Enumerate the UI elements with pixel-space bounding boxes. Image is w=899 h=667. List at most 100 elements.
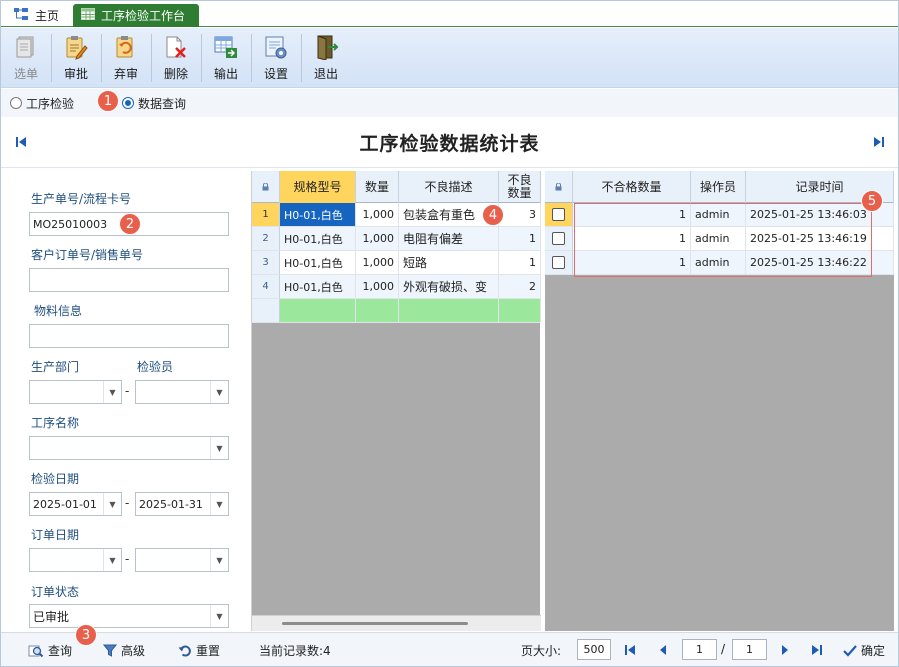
customer-order-input[interactable] [29, 268, 229, 292]
abandon-approval-button[interactable]: 弃审 [101, 28, 151, 88]
checkbox[interactable] [552, 232, 565, 245]
cell-spec[interactable]: H0-01,白色 [280, 203, 356, 227]
last-page-icon[interactable] [811, 644, 823, 656]
order-status-value: 已审批 [33, 609, 70, 624]
col-defect-desc[interactable]: 不良描述 [399, 171, 499, 203]
department-select[interactable]: ▼ [29, 380, 122, 404]
col-unqualified-qty[interactable]: 不合格数量 [573, 171, 691, 203]
reset-button[interactable]: 重置 [178, 642, 220, 659]
row-checkbox-cell[interactable] [545, 251, 573, 275]
tab-home[interactable]: 主页 [5, 4, 67, 27]
chevron-down-icon: ▼ [210, 493, 228, 515]
confirm-label: 确定 [861, 644, 886, 658]
delete-button[interactable]: 删除 [151, 28, 201, 88]
search-icon [28, 645, 44, 657]
inspect-date-from-value: 2025-01-01 [33, 497, 97, 511]
tab-inspection-workbench[interactable]: 工序检验工作台 [73, 4, 199, 27]
cell-defect-desc[interactable]: 外观有破损、变 [399, 275, 499, 299]
new-cell[interactable] [280, 299, 356, 323]
col-qty[interactable]: 数量 [356, 171, 399, 203]
inspect-date-dash: - [125, 496, 130, 510]
row-checkbox-cell[interactable] [545, 227, 573, 251]
radio-data-query-label: 数据查询 [138, 96, 187, 111]
page-size-label: 页大小: [521, 644, 562, 658]
tab-bar: 主页 工序检验工作台 [1, 1, 898, 27]
first-record-icon[interactable] [15, 136, 27, 148]
settings-button[interactable]: 设置 [251, 28, 301, 88]
next-page-icon[interactable] [780, 644, 790, 656]
cell-spec[interactable]: H0-01,白色 [280, 227, 356, 251]
clipboard-pencil-icon [66, 36, 88, 60]
order-date-to[interactable]: ▼ [135, 548, 229, 572]
last-record-icon[interactable] [873, 136, 885, 148]
row-number: 4 [252, 275, 280, 299]
radio-process-inspection[interactable]: 工序检验 [10, 95, 74, 112]
new-cell[interactable] [499, 299, 541, 323]
horizontal-scrollbar[interactable] [252, 615, 541, 631]
tab-home-label: 主页 [35, 9, 60, 23]
page-size-input[interactable]: 500 [577, 639, 611, 660]
cell-qty[interactable]: 1,000 [356, 227, 399, 251]
col-operator[interactable]: 操作员 [691, 171, 746, 203]
advanced-button[interactable]: 高级 [103, 642, 145, 659]
approve-button[interactable]: 审批 [51, 28, 101, 88]
table-row[interactable]: 3 H0-01,白色 1,000 短路 1 [252, 251, 541, 275]
cell-defect-qty[interactable]: 3 [499, 203, 541, 227]
cell-defect-desc[interactable]: 短路 [399, 251, 499, 275]
cell-defect-qty[interactable]: 1 [499, 227, 541, 251]
window: 主页 工序检验工作台 选单 审批 弃审 删除 输出 设置 退出 工序检验 数据查… [0, 0, 899, 667]
settings-label: 设置 [263, 67, 288, 81]
radio-data-query[interactable]: 数据查询 [122, 95, 186, 112]
row-number: 3 [252, 251, 280, 275]
annotation-badge-4: 4 [482, 204, 504, 226]
col-defect-qty[interactable]: 不良 数量 [499, 171, 541, 203]
new-cell[interactable] [356, 299, 399, 323]
new-row[interactable] [252, 299, 541, 323]
checkbox[interactable] [552, 256, 565, 269]
cell-qty[interactable]: 1,000 [356, 251, 399, 275]
record-grid-header: 不合格数量 操作员 记录时间 [545, 171, 894, 203]
new-cell[interactable] [399, 299, 499, 323]
row-checkbox-cell[interactable] [545, 203, 573, 227]
chevron-down-icon: ▼ [210, 549, 228, 571]
query-button[interactable]: 查询 [28, 642, 72, 659]
cell-qty[interactable]: 1,000 [356, 275, 399, 299]
inspector-select[interactable]: ▼ [135, 380, 229, 404]
annotation-badge-2: 2 [119, 213, 141, 235]
first-page-icon[interactable] [624, 644, 636, 656]
cell-defect-qty[interactable]: 1 [499, 251, 541, 275]
order-date-from[interactable]: ▼ [29, 548, 122, 572]
cell-defect-desc[interactable]: 电阻有偏差 [399, 227, 499, 251]
cell-spec[interactable]: H0-01,白色 [280, 275, 356, 299]
inspect-date-to-value: 2025-01-31 [139, 497, 203, 511]
prev-page-icon[interactable] [658, 644, 668, 656]
confirm-button[interactable]: 确定 [843, 642, 885, 659]
mode-bar: 工序检验 数据查询 [1, 89, 898, 117]
checkbox[interactable] [552, 208, 565, 221]
material-input[interactable] [29, 324, 229, 348]
exit-button[interactable]: 退出 [301, 28, 351, 88]
order-date-dash: - [125, 552, 130, 566]
export-button[interactable]: 输出 [201, 28, 251, 88]
col-spec[interactable]: 规格型号 [280, 171, 356, 203]
bottom-bar: 查询 高级 重置 当前记录数:4 页大小: 500 1 / 1 确定 [1, 632, 898, 666]
row-number [252, 299, 280, 323]
table-row[interactable]: 2 H0-01,白色 1,000 电阻有偏差 1 [252, 227, 541, 251]
scrollbar-thumb[interactable] [282, 622, 468, 625]
table-export-icon [214, 36, 237, 58]
current-page-input[interactable]: 1 [682, 639, 717, 660]
cell-defect-qty[interactable]: 2 [499, 275, 541, 299]
inspect-date-from[interactable]: 2025-01-01 ▼ [29, 492, 122, 516]
table-row[interactable]: 4 H0-01,白色 1,000 外观有破损、变 2 [252, 275, 541, 299]
cell-qty[interactable]: 1,000 [356, 203, 399, 227]
select-order-button[interactable]: 选单 [1, 28, 51, 88]
row-number: 2 [252, 227, 280, 251]
process-select[interactable]: ▼ [29, 436, 229, 460]
chevron-down-icon: ▼ [103, 381, 121, 403]
defect-grid-header: 规格型号 数量 不良描述 不良 数量 [252, 171, 541, 203]
inspect-date-to[interactable]: 2025-01-31 ▼ [135, 492, 229, 516]
cell-spec[interactable]: H0-01,白色 [280, 251, 356, 275]
lock-icon [252, 171, 280, 203]
radio-dot [10, 97, 22, 109]
order-status-select[interactable]: 已审批 ▼ [29, 604, 229, 628]
